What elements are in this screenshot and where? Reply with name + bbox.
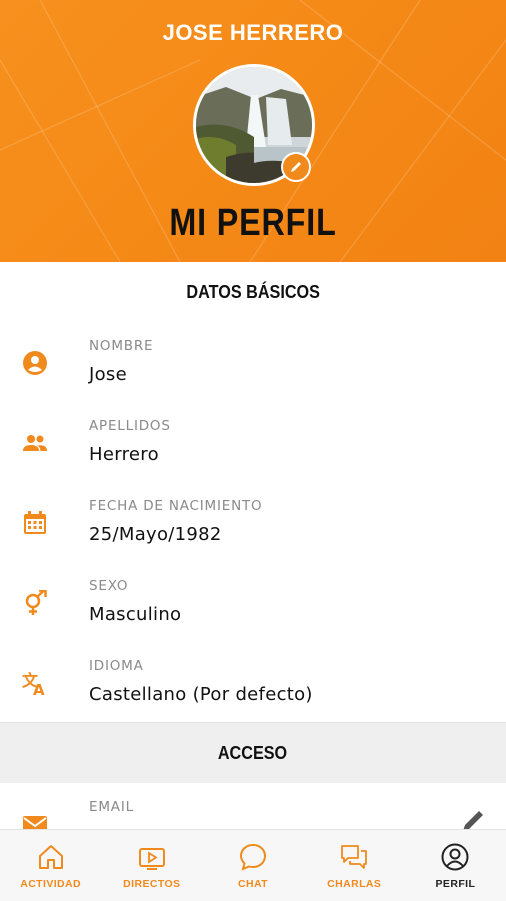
user-name: JOSE HERRERO [162, 20, 344, 45]
field-value: Herrero [89, 444, 159, 465]
section-title-access: ACCESO [218, 742, 288, 763]
field-label: APELLIDOS [89, 418, 171, 434]
nav-label: CHARLAS [327, 878, 382, 890]
field-idioma[interactable]: 文 A IDIOMA Castellano (Por defecto) [0, 642, 506, 723]
chat-bubble-icon [239, 843, 267, 871]
person-circle-icon [23, 351, 47, 375]
page-title: MI PERFIL [169, 202, 337, 244]
field-label: FECHA DE NACIMIENTO [89, 498, 263, 514]
live-tv-icon [138, 848, 165, 870]
field-value: Castellano (Por defecto) [89, 684, 313, 705]
field-nombre[interactable]: NOMBRE Jose [0, 322, 506, 403]
field-value: Masculino [89, 604, 182, 625]
field-label: IDIOMA [89, 658, 144, 674]
nav-label: PERFIL [435, 878, 476, 890]
translate-icon: 文 A [22, 671, 45, 696]
svg-text:A: A [33, 681, 45, 696]
section-header-access: ACCESO [0, 722, 506, 784]
field-value: 25/Mayo/1982 [89, 524, 222, 545]
home-icon [38, 845, 63, 869]
field-value: Jose [89, 364, 127, 385]
edit-avatar-button[interactable] [281, 152, 311, 182]
field-apellidos[interactable]: APELLIDOS Herrero [0, 402, 506, 483]
field-label: EMAIL [89, 799, 134, 815]
section-title-basic: DATOS BÁSICOS [186, 281, 320, 302]
nav-chat[interactable]: CHAT [202, 830, 303, 901]
field-label: NOMBRE [89, 338, 154, 354]
gender-icon [25, 590, 47, 615]
nav-label: ACTIVIDAD [20, 878, 81, 890]
nav-label: DIRECTOS [123, 878, 181, 890]
people-icon [23, 435, 47, 451]
profile-header: JOSE HERRERO MI PERFIL [0, 0, 506, 262]
calendar-icon [24, 511, 46, 534]
bottom-navigation: ACTIVIDAD DIRECTOS CHAT CHARLAS PERFIL [0, 829, 506, 901]
nav-charlas[interactable]: CHARLAS [304, 830, 405, 901]
nav-actividad[interactable]: ACTIVIDAD [0, 830, 101, 901]
section-header-basic: DATOS BÁSICOS [0, 262, 506, 323]
field-sexo[interactable]: SEXO Masculino [0, 562, 506, 643]
field-label: SEXO [89, 578, 129, 594]
forum-icon [341, 845, 368, 869]
nav-perfil[interactable]: PERFIL [405, 830, 506, 901]
profile-icon [441, 843, 469, 871]
nav-label: CHAT [238, 878, 268, 890]
pencil-icon [291, 162, 301, 172]
nav-directos[interactable]: DIRECTOS [101, 830, 202, 901]
avatar-container[interactable] [193, 64, 315, 186]
field-fecha-nacimiento[interactable]: FECHA DE NACIMIENTO 25/Mayo/1982 [0, 482, 506, 563]
